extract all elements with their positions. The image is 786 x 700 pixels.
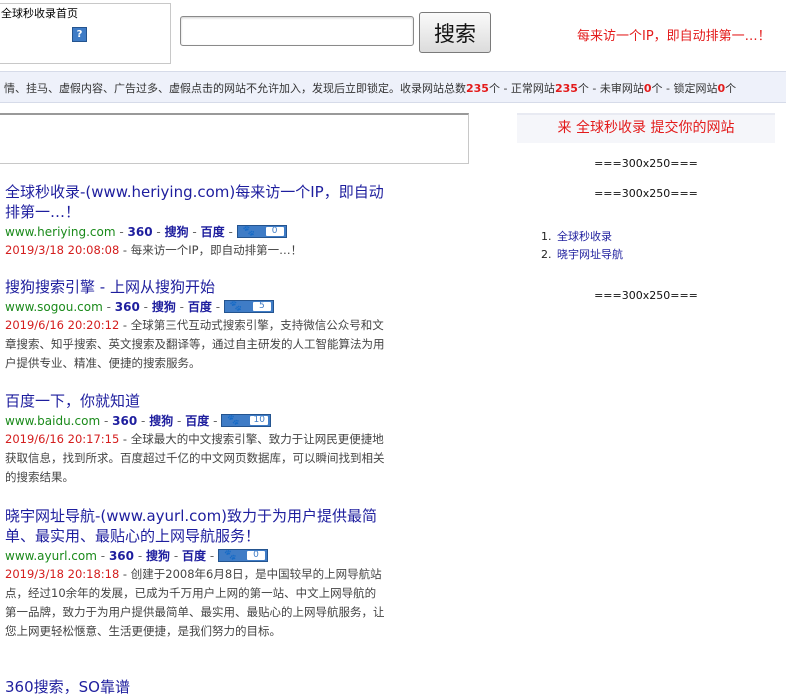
list-item-label[interactable]: 晓宇网址导航 [557, 248, 623, 261]
result-domain: www.ayurl.com [5, 549, 97, 563]
logo-home-link[interactable]: 全球秒收录首页 [1, 5, 78, 21]
result-item: 全球秒收录-(www.heriying.com)每来访一个IP，即自动排第一…！… [5, 182, 385, 260]
result-360-link[interactable]: 360 [115, 300, 140, 314]
ad-slot: ===300x250=== [594, 289, 698, 302]
baidu-index-badge[interactable]: 🐾 0 [236, 225, 287, 238]
baidu-index-badge[interactable]: 🐾 0 [218, 549, 269, 562]
result-meta: www.heriying.com - 360 - 搜狗 - 百度 - 🐾 0 [5, 223, 385, 241]
result-360-link[interactable]: 360 [109, 549, 134, 563]
result-title-link[interactable]: 360搜索，SO靠谱 [5, 677, 385, 697]
result-meta: www.sogou.com - 360 - 搜狗 - 百度 - 🐾 5 [5, 298, 385, 316]
paw-icon: 🐾 [224, 550, 237, 561]
result-baidu-link[interactable]: 百度 [188, 300, 212, 314]
baidu-index-badge[interactable]: 🐾 5 [223, 300, 274, 313]
ad-slot: ===300x250=== [594, 187, 698, 200]
total-count: 235 [466, 82, 489, 95]
result-title-link[interactable]: 搜狗搜索引擎 - 上网从搜狗开始 [5, 277, 385, 297]
result-item: 搜狗搜索引擎 - 上网从搜狗开始 www.sogou.com - 360 - 搜… [5, 277, 385, 373]
top-panel [0, 113, 469, 164]
locked-count: 0 [717, 82, 726, 95]
result-360-link[interactable]: 360 [128, 225, 153, 239]
notice-text: 情、挂马、虚假内容、广告过多、虚假点击的网站不允许加入，发现后立即锁定。收录网站… [4, 82, 737, 95]
list-item[interactable]: 1. 全球秒收录 [541, 228, 623, 246]
result-baidu-link[interactable]: 百度 [201, 225, 225, 239]
logo-box[interactable]: 全球秒收录首页 ? [0, 3, 171, 64]
baidu-index-badge[interactable]: 🐾 10 [221, 414, 272, 427]
site-list: 1. 全球秒收录 2. 晓宇网址导航 [541, 228, 623, 264]
search-input[interactable] [180, 16, 414, 46]
result-domain: www.heriying.com [5, 225, 116, 239]
list-item-label[interactable]: 全球秒收录 [557, 230, 612, 243]
result-domain: www.sogou.com [5, 300, 103, 314]
result-meta: www.baidu.com - 360 - 搜狗 - 百度 - 🐾 10 [5, 412, 385, 430]
result-baidu-link[interactable]: 百度 [182, 549, 206, 563]
paw-icon: 🐾 [227, 415, 240, 426]
result-description: 2019/3/18 20:08:08 - 每来访一个IP，即自动排第一…！ [5, 243, 303, 257]
ad-slot: ===300x250=== [594, 157, 698, 170]
result-title-link[interactable]: 晓宇网址导航-(www.ayurl.com)致力于为用户提供最简单、最实用、最贴… [5, 506, 385, 546]
result-item: 百度一下，你就知道 www.baidu.com - 360 - 搜狗 - 百度 … [5, 391, 385, 487]
submit-site-link[interactable]: 来 全球秒收录 提交你的网站 [517, 113, 775, 143]
result-description: 2019/6/16 20:17:15 - 全球最大的中文搜索引擎、致力于让网民更… [5, 432, 385, 484]
result-date: 2019/3/18 20:08:08 [5, 243, 120, 257]
result-domain: www.baidu.com [5, 414, 101, 428]
result-meta: www.ayurl.com - 360 - 搜狗 - 百度 - 🐾 0 [5, 547, 385, 565]
normal-count: 235 [554, 82, 578, 95]
result-title-link[interactable]: 全球秒收录-(www.heriying.com)每来访一个IP，即自动排第一…！ [5, 182, 385, 222]
result-title-link[interactable]: 百度一下，你就知道 [5, 391, 385, 411]
result-date: 2019/6/16 20:17:15 [5, 432, 120, 446]
result-sogou-link[interactable]: 搜狗 [165, 225, 189, 239]
pending-count: 0 [643, 82, 652, 95]
paw-icon: 🐾 [242, 226, 256, 237]
result-sogou-link[interactable]: 搜狗 [146, 549, 170, 563]
result-item: 360搜索，SO靠谱 [5, 677, 385, 697]
result-sogou-link[interactable]: 搜狗 [149, 414, 173, 428]
result-date: 2019/6/16 20:20:12 [5, 318, 120, 332]
help-icon[interactable]: ? [72, 27, 87, 42]
result-date: 2019/3/18 20:18:18 [5, 567, 120, 581]
slogan-text: 每来访一个IP，即自动排第一…！ [577, 29, 771, 44]
result-item: 晓宇网址导航-(www.ayurl.com)致力于为用户提供最简单、最实用、最贴… [5, 506, 385, 641]
result-360-link[interactable]: 360 [112, 414, 137, 428]
result-description: 2019/3/18 20:18:18 - 创建于2008年6月8日，是中国较早的… [5, 567, 385, 638]
search-button[interactable]: 搜索 [419, 12, 491, 53]
result-baidu-link[interactable]: 百度 [185, 414, 209, 428]
result-description: 2019/6/16 20:20:12 - 全球第三代互动式搜索引擎，支持微信公众… [5, 318, 385, 370]
paw-icon: 🐾 [229, 301, 243, 312]
list-item[interactable]: 2. 晓宇网址导航 [541, 246, 623, 264]
notice-bar: 情、挂马、虚假内容、广告过多、虚假点击的网站不允许加入，发现后立即锁定。收录网站… [0, 71, 786, 103]
result-sogou-link[interactable]: 搜狗 [152, 300, 176, 314]
